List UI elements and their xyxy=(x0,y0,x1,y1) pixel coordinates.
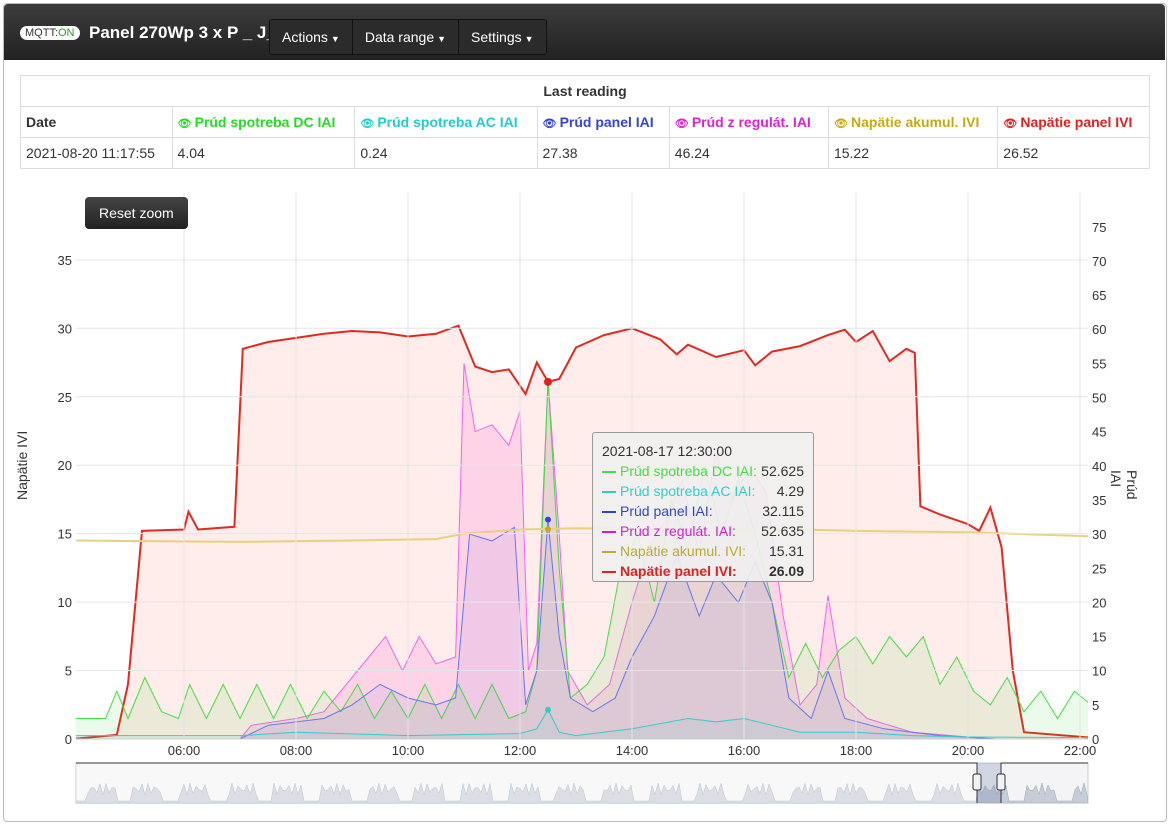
chart[interactable]: 0510152025303505101520253035404550556065… xyxy=(0,0,1169,825)
tooltip-series: Prúd z regulát. IAI: xyxy=(602,521,736,541)
y-tick-label: 10 xyxy=(58,595,72,610)
tooltip-row: Prúd spotreba DC IAI: 52.625 xyxy=(602,461,804,481)
reset-zoom-button[interactable]: Reset zoom xyxy=(85,197,188,229)
y-axis-title-left: Napätie IVI xyxy=(14,430,30,500)
tooltip-series: Prúd spotreba AC IAI: xyxy=(602,481,755,501)
tooltip-time: 2021-08-17 12:30:00 xyxy=(602,443,732,459)
navigator-handle[interactable] xyxy=(996,773,1006,791)
x-tick-label: 12:00 xyxy=(504,743,537,758)
y-tick-label: 30 xyxy=(58,321,72,336)
tooltip-value: 52.635 xyxy=(761,523,804,539)
y2-tick-label: 10 xyxy=(1092,664,1106,679)
y-tick-label: 25 xyxy=(58,390,72,405)
x-tick-label: 06:00 xyxy=(168,743,201,758)
x-tick-label: 22:00 xyxy=(1064,743,1097,758)
x-tick-label: 16:00 xyxy=(728,743,761,758)
x-tick-label: 08:00 xyxy=(280,743,313,758)
tooltip-row: Prúd panel IAI: 32.115 xyxy=(602,501,804,521)
hover-marker xyxy=(545,516,551,523)
tooltip-row: Prúd spotreba AC IAI: 4.29 xyxy=(602,481,804,501)
y2-tick-label: 70 xyxy=(1092,254,1106,269)
x-tick-label: 10:00 xyxy=(392,743,425,758)
y-tick-label: 15 xyxy=(58,527,72,542)
y2-tick-label: 45 xyxy=(1092,425,1106,440)
navigator-mask xyxy=(76,763,977,803)
y2-tick-label: 65 xyxy=(1092,288,1106,303)
tooltip-row: Prúd z regulát. IAI: 52.635 xyxy=(602,521,804,541)
tooltip-label: Prúd spotreba AC IAI: xyxy=(620,483,756,499)
tooltip-series: Prúd panel IAI: xyxy=(602,501,713,521)
navigator-handle[interactable] xyxy=(972,773,982,791)
chart-tooltip: 2021-08-17 12:30:00 Prúd spotreba DC IAI… xyxy=(592,432,814,582)
tooltip-value: 26.09 xyxy=(768,563,804,579)
tooltip-row: Napätie panel IVI: 26.09 xyxy=(602,561,804,581)
tooltip-label: Prúd z regulát. IAI: xyxy=(620,523,736,539)
navigator[interactable] xyxy=(75,762,1089,804)
tooltip-series: Napätie akumul. IVI: xyxy=(602,541,746,561)
y2-tick-label: 25 xyxy=(1092,561,1106,576)
tooltip-value: 32.115 xyxy=(762,503,804,519)
y2-tick-label: 60 xyxy=(1092,322,1106,337)
hover-marker xyxy=(545,526,551,533)
y-axis-title-right: Prúd IAI xyxy=(1108,470,1140,500)
hover-marker xyxy=(545,706,551,713)
hover-marker xyxy=(544,377,552,386)
y2-tick-label: 75 xyxy=(1092,220,1106,235)
y2-tick-label: 5 xyxy=(1092,698,1099,713)
tooltip-label: Napätie panel IVI: xyxy=(620,563,737,579)
tooltip-series: Prúd spotreba DC IAI: xyxy=(602,461,757,481)
tooltip-label: Napätie akumul. IVI: xyxy=(620,543,747,559)
tooltip-label: Prúd panel IAI: xyxy=(620,503,713,519)
y-tick-label: 35 xyxy=(58,253,72,268)
y2-tick-label: 50 xyxy=(1092,391,1106,406)
y-tick-label: 5 xyxy=(65,664,72,679)
y2-tick-label: 15 xyxy=(1092,630,1106,645)
tooltip-value: 4.29 xyxy=(776,483,804,499)
tooltip-series: Napätie panel IVI: xyxy=(602,561,737,581)
x-tick-label: 18:00 xyxy=(840,743,873,758)
y-tick-label: 20 xyxy=(58,458,72,473)
tooltip-value: 52.625 xyxy=(761,463,804,479)
x-tick-label: 20:00 xyxy=(952,743,985,758)
y2-tick-label: 55 xyxy=(1092,356,1106,371)
y2-tick-label: 30 xyxy=(1092,527,1106,542)
x-tick-label: 14:00 xyxy=(616,743,649,758)
y2-tick-label: 20 xyxy=(1092,595,1106,610)
y-tick-label: 0 xyxy=(65,732,72,747)
tooltip-label: Prúd spotreba DC IAI: xyxy=(620,463,757,479)
tooltip-value: 15.31 xyxy=(768,543,804,559)
y2-tick-label: 35 xyxy=(1092,493,1106,508)
tooltip-row: Napätie akumul. IVI: 15.31 xyxy=(602,541,804,561)
y2-tick-label: 40 xyxy=(1092,459,1106,474)
